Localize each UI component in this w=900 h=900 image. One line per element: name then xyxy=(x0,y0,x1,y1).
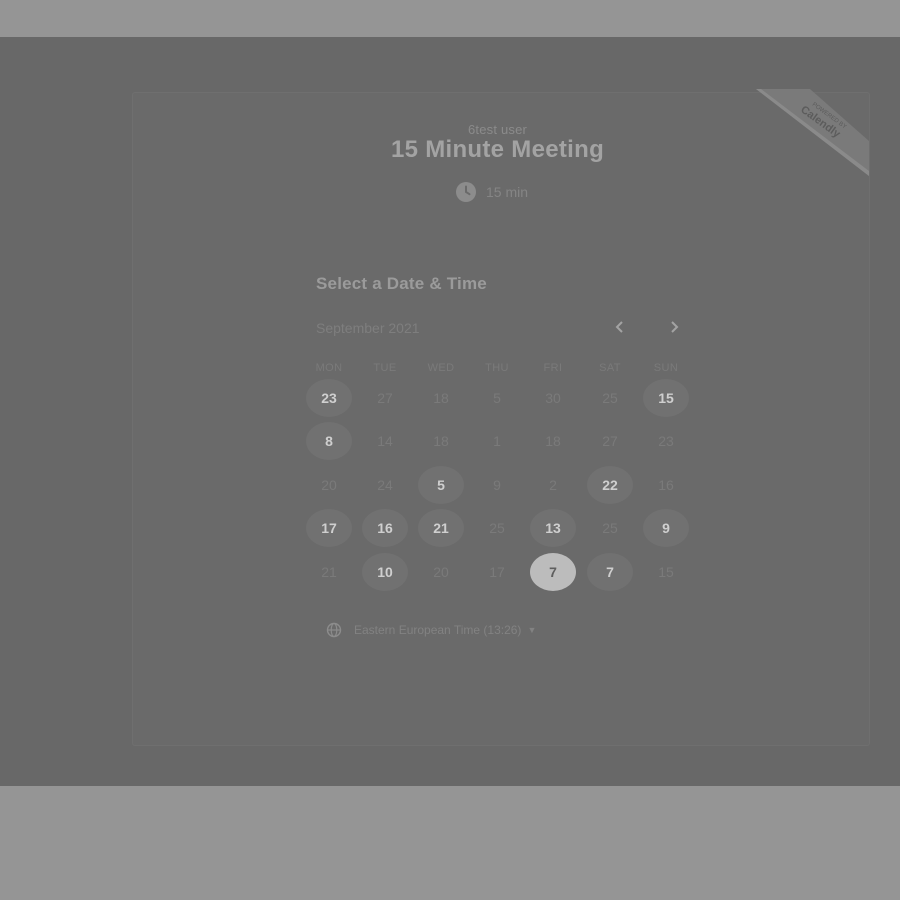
month-label: September 2021 xyxy=(316,320,420,336)
calendar-day: 18 xyxy=(545,433,561,449)
selected-date[interactable]: 7 xyxy=(530,553,576,591)
calendar-day: 30 xyxy=(545,390,561,406)
weekday-thu: THU xyxy=(485,362,509,374)
calendar-day: 25 xyxy=(489,520,505,536)
duration-label: 15 min xyxy=(486,184,529,200)
timezone-selector[interactable]: Eastern European Time (13:26) ▼ xyxy=(326,621,536,639)
available-date[interactable]: 21 xyxy=(418,509,464,547)
weekday-fri: FRI xyxy=(543,362,563,374)
available-date[interactable]: 23 xyxy=(306,379,352,417)
event-title: 15 Minute Meeting xyxy=(390,136,605,163)
calendar-day: 2 xyxy=(549,477,557,493)
available-date[interactable]: 22 xyxy=(587,466,633,504)
calendar-day: 14 xyxy=(377,433,393,449)
chevron-left-icon xyxy=(615,320,625,339)
calendar-day: 18 xyxy=(433,390,449,406)
calendar-day: 9 xyxy=(493,477,501,493)
calendar-day: 24 xyxy=(377,477,393,493)
available-date[interactable]: 7 xyxy=(587,553,633,591)
timezone-label: Eastern European Time (13:26) xyxy=(354,623,522,637)
prev-month-button[interactable] xyxy=(608,318,632,340)
available-date[interactable]: 15 xyxy=(643,379,689,417)
calendar-day: 25 xyxy=(602,390,618,406)
calendar-day: 27 xyxy=(377,390,393,406)
calendar-day: 20 xyxy=(433,564,449,580)
organizer-name: 6test user xyxy=(467,122,528,137)
available-date[interactable]: 17 xyxy=(306,509,352,547)
calendar-day: 20 xyxy=(321,477,337,493)
available-date[interactable]: 8 xyxy=(306,422,352,460)
calendar-day: 1 xyxy=(493,433,501,449)
available-date[interactable]: 13 xyxy=(530,509,576,547)
weekday-sun: SUN xyxy=(653,362,679,374)
weekday-tue: TUE xyxy=(373,362,397,374)
weekday-wed: WED xyxy=(427,362,455,374)
chevron-right-icon xyxy=(669,320,679,339)
calendar-day: 17 xyxy=(489,564,505,580)
available-date[interactable]: 16 xyxy=(362,509,408,547)
next-month-button[interactable] xyxy=(662,318,686,340)
section-title: Select a Date & Time xyxy=(316,274,487,293)
calendar-day: 25 xyxy=(602,520,618,536)
calendar-day: 23 xyxy=(658,433,674,449)
globe-icon xyxy=(326,622,342,638)
caret-down-icon: ▼ xyxy=(527,625,537,635)
available-date[interactable]: 10 xyxy=(362,553,408,591)
calendar-day: 5 xyxy=(493,390,501,406)
calendar-day: 27 xyxy=(602,433,618,449)
weekday-mon: MON xyxy=(315,362,343,374)
available-date[interactable]: 9 xyxy=(643,509,689,547)
calendar-day: 21 xyxy=(321,564,337,580)
clock-icon xyxy=(456,182,476,202)
event-duration: 15 min xyxy=(456,181,528,203)
available-date[interactable]: 5 xyxy=(418,466,464,504)
calendar-day: 18 xyxy=(433,433,449,449)
calendar-day: 15 xyxy=(658,564,674,580)
calendar-day: 16 xyxy=(658,477,674,493)
weekday-sat: SAT xyxy=(599,362,621,374)
